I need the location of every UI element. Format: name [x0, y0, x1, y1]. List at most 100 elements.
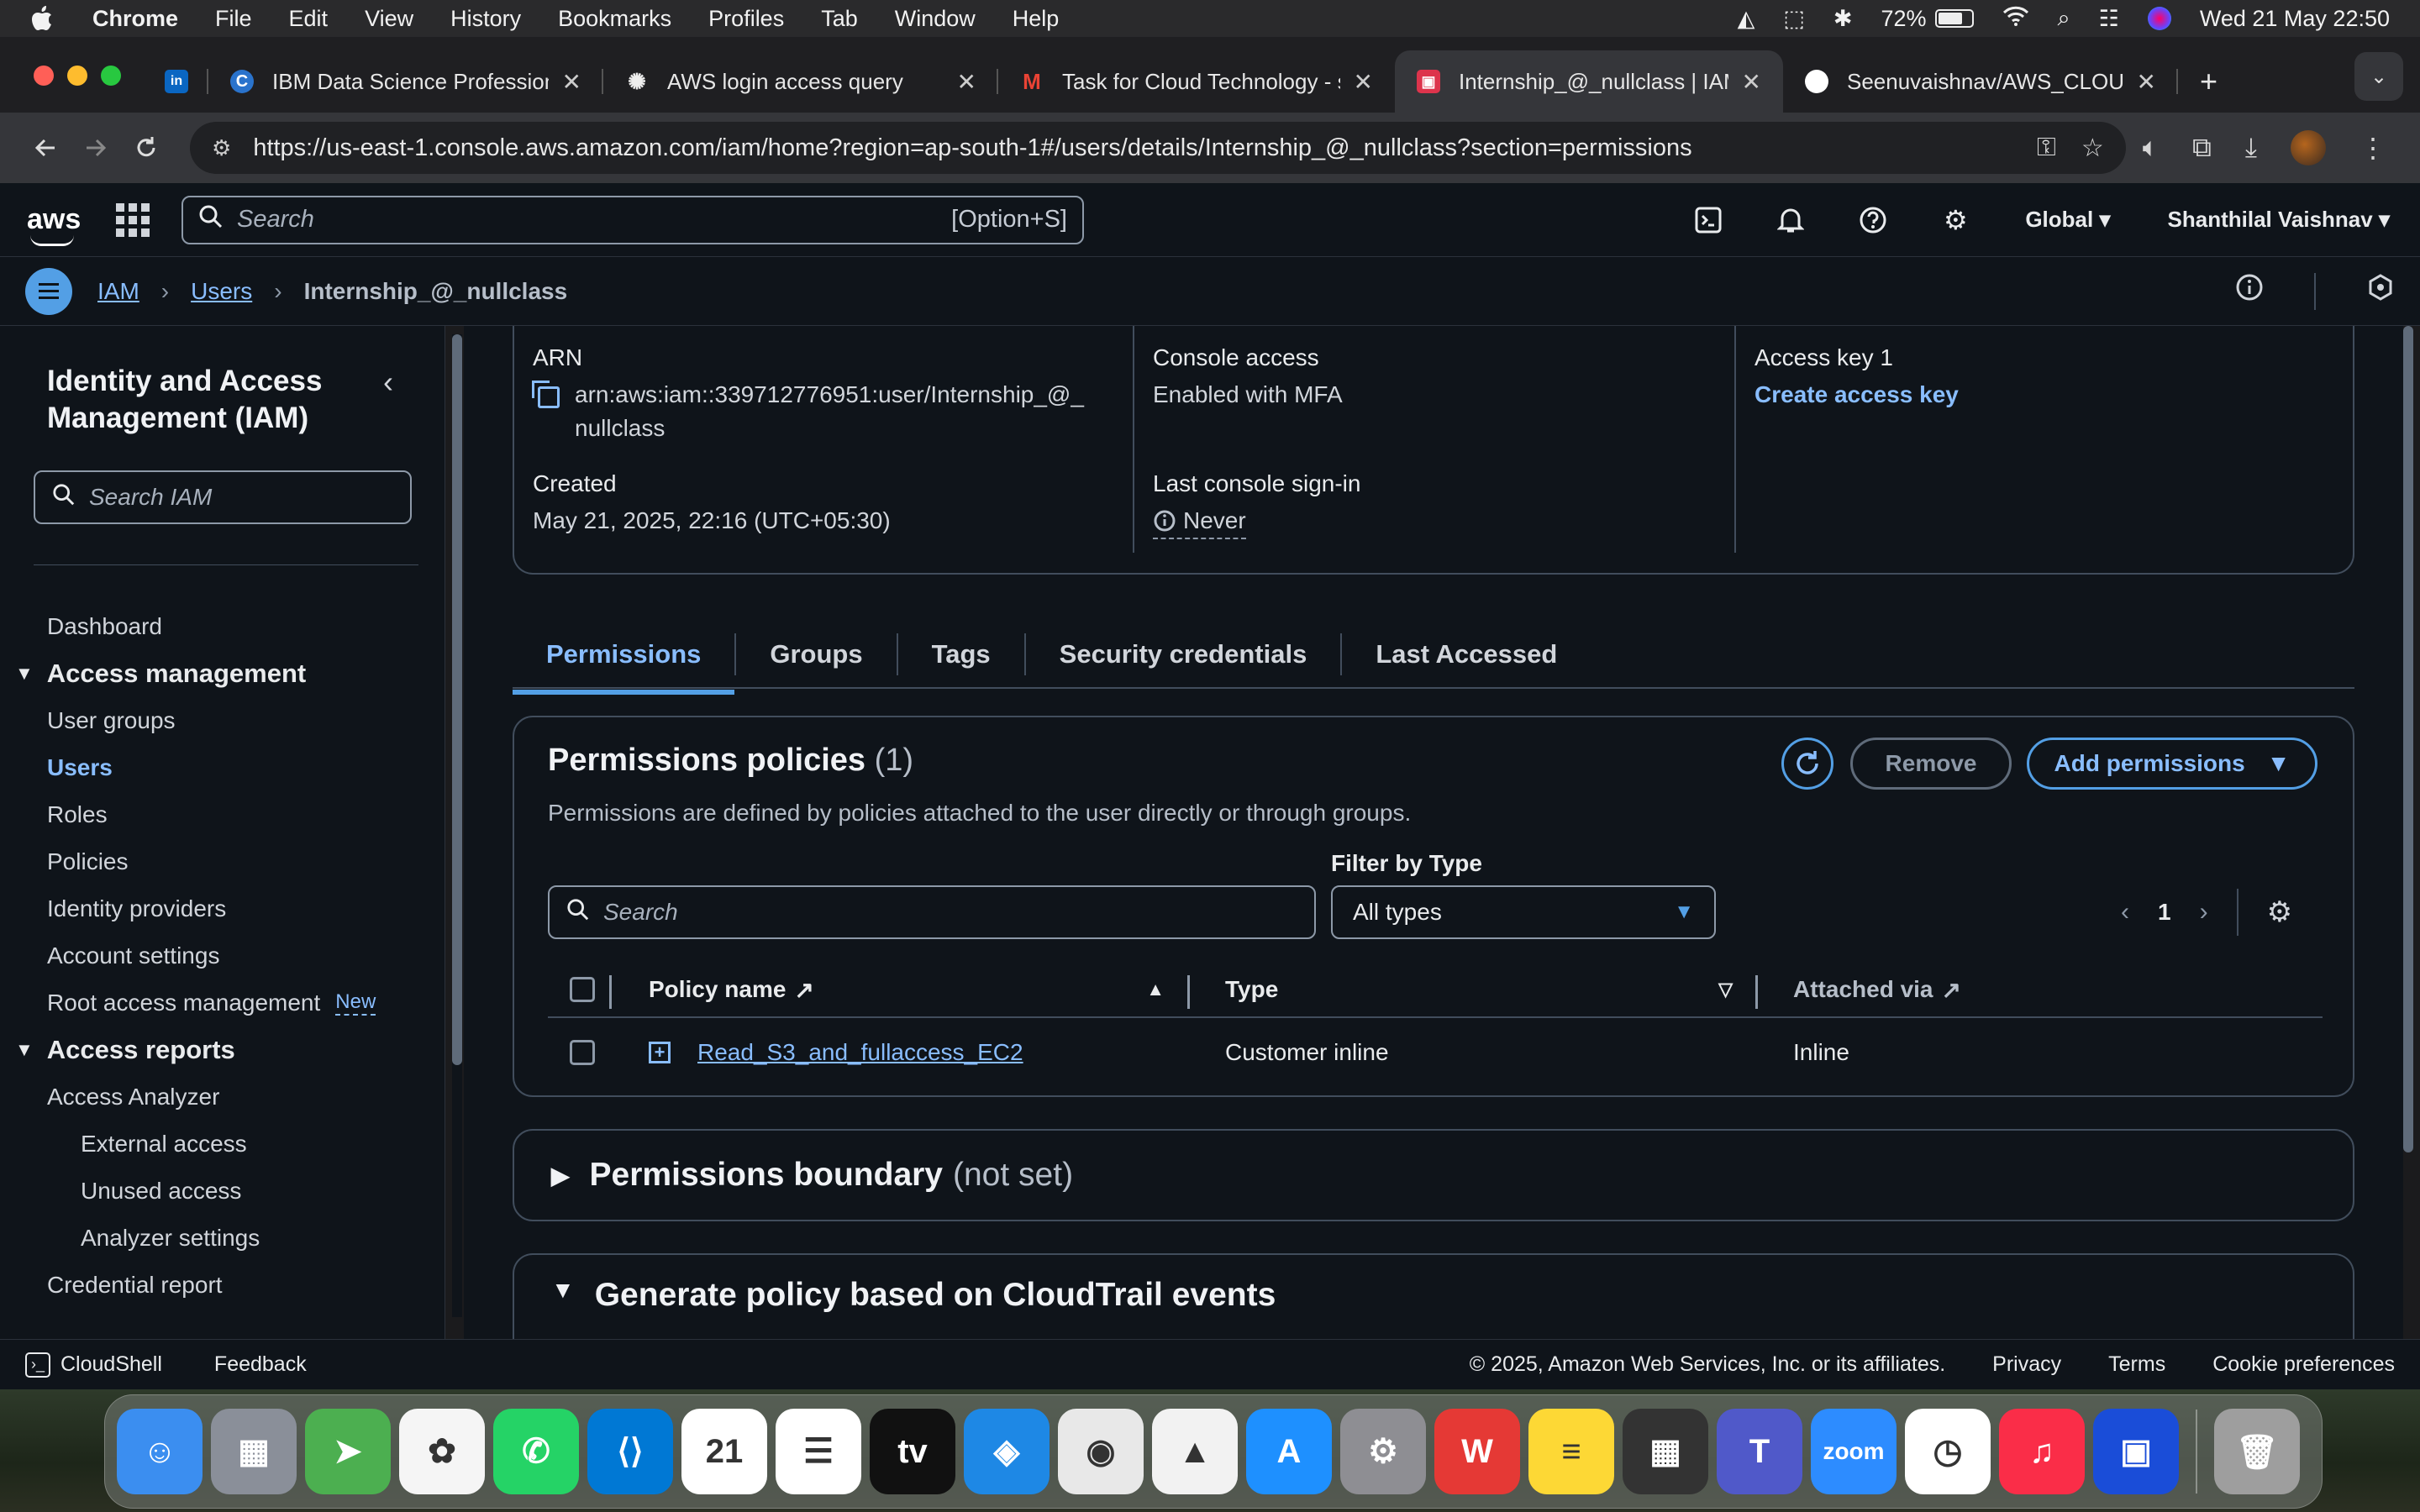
close-window-button[interactable] — [34, 66, 54, 86]
account-dropdown[interactable]: Shanthilal Vaishnav ▾ — [2168, 207, 2390, 233]
sidebar-item-external-access[interactable]: External access — [0, 1121, 445, 1168]
menu-bookmarks[interactable]: Bookmarks — [558, 6, 671, 32]
browser-tab-aws-login[interactable]: ✺ AWS login access query ✕ — [603, 50, 998, 113]
battery-icon[interactable] — [1934, 9, 1974, 28]
maps-icon[interactable]: ➤ — [305, 1409, 391, 1494]
tab-last-accessed[interactable]: Last Accessed — [1342, 633, 1591, 675]
new-tab-button[interactable]: + — [2178, 50, 2237, 113]
refresh-button[interactable] — [1781, 738, 1833, 790]
vscode-icon[interactable]: ⟨⟩ — [587, 1409, 673, 1494]
sidebar-item-access-analyzer[interactable]: Access Analyzer — [0, 1074, 445, 1121]
spotlight-search-icon[interactable]: ⌕ — [2058, 5, 2070, 32]
tab-security-credentials[interactable]: Security credentials — [1026, 633, 1343, 675]
menu-window[interactable]: Window — [895, 6, 976, 32]
region-dropdown[interactable]: Global ▾ — [2025, 207, 2110, 233]
sort-ascending-icon[interactable]: ▲ — [1146, 979, 1165, 1000]
menubar-clock[interactable]: Wed 21 May 22:50 — [2200, 6, 2390, 32]
safari-icon[interactable]: ◈ — [964, 1409, 1050, 1494]
breadcrumb-users[interactable]: Users — [191, 278, 252, 305]
password-key-icon[interactable]: ⚿ — [2037, 134, 2056, 162]
sort-icon[interactable]: ▽ — [1718, 979, 1733, 1000]
browser-tab-ibm[interactable]: C IBM Data Science Professiona ✕ — [208, 50, 603, 113]
sidebar-item-user-groups[interactable]: User groups — [0, 697, 445, 744]
close-tab-icon[interactable]: ✕ — [1354, 68, 1373, 96]
whatsapp-icon[interactable]: ✆ — [493, 1409, 579, 1494]
sidebar-search-input[interactable]: Search IAM — [34, 470, 412, 524]
google-drive-icon[interactable]: ▲ — [1152, 1409, 1238, 1494]
terms-link[interactable]: Terms — [2108, 1352, 2165, 1377]
menu-edit[interactable]: Edit — [289, 6, 329, 32]
menu-help[interactable]: Help — [1013, 6, 1060, 32]
add-permissions-button[interactable]: Add permissions ▼ — [2027, 738, 2317, 790]
site-info-icon[interactable]: ⚙ — [212, 135, 231, 161]
maximize-window-button[interactable] — [101, 66, 121, 86]
browser-tab-iam-active[interactable]: ▣ Internship_@_nullclass | IAM ✕ — [1395, 50, 1783, 113]
music-icon[interactable]: ♫ — [1999, 1409, 2085, 1494]
page-number[interactable]: 1 — [2158, 899, 2171, 926]
sidebar-item-analyzer-settings[interactable]: Analyzer settings — [0, 1215, 445, 1262]
menu-view[interactable]: View — [365, 6, 413, 32]
cloudshell-button[interactable]: ›_ CloudShell — [25, 1352, 162, 1378]
collapse-sidebar-icon[interactable]: ‹ — [383, 365, 393, 400]
download-icon[interactable]: ⤓ — [2245, 132, 2257, 164]
tab-permissions[interactable]: Permissions — [513, 633, 737, 695]
policy-name-link[interactable]: Read_S3_and_fullaccess_EC2 — [697, 1039, 1023, 1066]
copy-icon[interactable] — [532, 381, 560, 408]
last-signin-never[interactable]: Never — [1153, 504, 1246, 539]
menu-history[interactable]: History — [450, 6, 521, 32]
cookie-preferences-link[interactable]: Cookie preferences — [2212, 1352, 2395, 1377]
trash-icon[interactable]: 🗑 — [2214, 1409, 2300, 1494]
address-url[interactable]: https://us-east-1.console.aws.amazon.com… — [253, 134, 2012, 162]
select-all-checkbox[interactable] — [570, 977, 595, 1002]
address-bar[interactable]: ⚙ https://us-east-1.console.aws.amazon.c… — [190, 122, 2126, 174]
profile-avatar[interactable] — [2291, 130, 2326, 165]
wifi-icon[interactable] — [2002, 6, 2029, 32]
feedback-settings-icon[interactable] — [2366, 273, 2395, 309]
chrome-icon[interactable]: ◉ — [1058, 1409, 1144, 1494]
generate-policy-section[interactable]: ▼ Generate policy based on CloudTrail ev… — [513, 1253, 2354, 1339]
control-center-icon[interactable]: ☷ — [2099, 6, 2119, 32]
remove-button[interactable]: Remove — [1850, 738, 2012, 790]
column-policy-name[interactable]: Policy name ↗ ▲ — [615, 962, 1190, 1017]
close-tab-icon[interactable]: ✕ — [957, 68, 976, 96]
close-tab-icon[interactable]: ✕ — [2137, 68, 2156, 96]
menu-profiles[interactable]: Profiles — [708, 6, 784, 32]
photos-icon[interactable]: ✿ — [399, 1409, 485, 1494]
sidebar-item-root-access-management[interactable]: Root access management New — [0, 979, 445, 1026]
feedback-link[interactable]: Feedback — [214, 1352, 307, 1377]
media-volume-icon[interactable]: 🔈︎ — [2143, 132, 2159, 164]
forward-button[interactable] — [72, 124, 119, 171]
browser-tab-github[interactable]: Seenuvaishnav/AWS_CLOUD ✕ — [1783, 50, 2178, 113]
zoom-icon[interactable]: zoom — [1811, 1409, 1897, 1494]
menu-tab[interactable]: Tab — [821, 6, 858, 32]
sidebar-item-dashboard[interactable]: Dashboard — [0, 603, 445, 650]
filter-type-select[interactable]: All types ▼ — [1331, 885, 1716, 939]
permissions-boundary-section[interactable]: ▶ Permissions boundary (not set) — [513, 1129, 2354, 1221]
breadcrumb-iam[interactable]: IAM — [97, 278, 139, 305]
system-settings-icon[interactable]: ⚙ — [1340, 1409, 1426, 1494]
info-icon[interactable] — [2235, 273, 2264, 309]
table-preferences-icon[interactable]: ⚙ — [2267, 895, 2292, 929]
screen-sharing-icon[interactable]: ▣ — [2093, 1409, 2179, 1494]
next-page-icon[interactable]: › — [2200, 898, 2208, 927]
bookmark-star-icon[interactable]: ☆ — [2081, 134, 2104, 163]
finder-icon[interactable]: ☺ — [117, 1409, 203, 1494]
row-checkbox[interactable] — [570, 1040, 595, 1065]
drive-status-icon[interactable]: ◭ — [1738, 6, 1755, 32]
sidebar-item-identity-providers[interactable]: Identity providers — [0, 885, 445, 932]
services-menu-icon[interactable] — [116, 202, 150, 237]
expand-row-icon[interactable]: + — [649, 1042, 671, 1063]
close-tab-icon[interactable]: ✕ — [562, 68, 581, 96]
clock-icon[interactable]: ◷ — [1905, 1409, 1991, 1494]
help-icon[interactable] — [1832, 206, 1914, 234]
calculator-icon[interactable]: ▦ — [1623, 1409, 1708, 1494]
sidebar-item-users[interactable]: Users — [0, 744, 445, 791]
column-attached-via[interactable]: Attached via ↗ — [1758, 962, 2262, 1017]
main-scrollbar[interactable] — [2402, 326, 2415, 1339]
tab-search-button[interactable]: ⌄ — [2354, 52, 2403, 101]
launchpad-icon[interactable]: ▦ — [211, 1409, 297, 1494]
appletv-icon[interactable]: tv — [870, 1409, 955, 1494]
settings-gear-icon[interactable]: ⚙ — [1914, 204, 1996, 236]
hamburger-menu-icon[interactable] — [25, 267, 72, 315]
more-menu-icon[interactable]: ⋮ — [2360, 132, 2386, 164]
